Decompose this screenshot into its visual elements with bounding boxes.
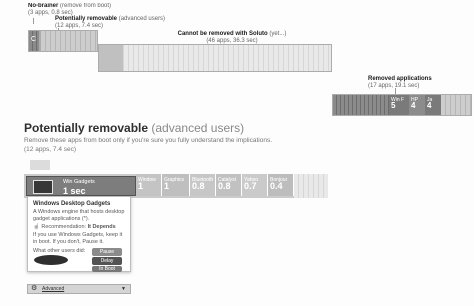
monitor-icon: [33, 180, 53, 194]
no-brainer-label: No-brainer (remove from boot) (3 apps, 0…: [28, 3, 112, 16]
popup-description: A Windows engine that hosts desktop gadg…: [33, 209, 125, 222]
pause-button[interactable]: Pause: [92, 248, 122, 256]
in-boot-button[interactable]: In Boot: [92, 266, 122, 272]
app-cell[interactable]: Graphics 1: [162, 174, 190, 196]
potentially-removable-block[interactable]: [40, 30, 98, 52]
app-cell-value: 1 sec: [63, 186, 86, 196]
removed-stripes-right: [441, 95, 471, 115]
apps-row: Win Gadgets 1 sec Window 1 Graphics 1 Blue…: [24, 174, 328, 198]
app-cell[interactable]: Bonjour 0.4: [268, 174, 294, 196]
no-brainer-block[interactable]: C: [28, 30, 40, 52]
removed-apps-label: Removed applications (17 apps, 19.1 sec): [368, 76, 432, 89]
popup-advice: If you use Windows Gadgets, keep it in b…: [33, 232, 123, 245]
delay-button[interactable]: Delay: [92, 257, 122, 265]
thumb-icon: ☝: [33, 224, 40, 230]
removed-cell[interactable]: Win F5: [389, 95, 409, 115]
potentially-removable-label: Potentially removable (advanced users) (…: [55, 16, 166, 29]
gear-icon: ⚙: [31, 285, 38, 292]
chevron-down-icon: ▼: [121, 286, 126, 292]
advanced-link[interactable]: Advanced: [42, 285, 64, 293]
section-title: Potentially removable (advanced users): [24, 121, 245, 135]
cannot-remove-block[interactable]: [98, 44, 332, 72]
no-brainer-tick: [33, 18, 34, 24]
app-cell[interactable]: Yahoo 0.7: [242, 174, 268, 196]
section-description: Remove these apps from boot only if you'…: [24, 137, 273, 153]
row-remaining-stripes: [294, 174, 328, 198]
popup-recommendation: ☝ Recommendation: It Depends: [33, 224, 116, 230]
removed-cell[interactable]: HP 4: [409, 95, 425, 115]
users-pie-chart: [34, 255, 68, 265]
removed-stripes-left: [333, 95, 389, 115]
popup-footer[interactable]: ⚙ Advanced ▼: [27, 284, 131, 294]
app-cell-name: Win Gadgets: [63, 179, 95, 185]
removed-cell[interactable]: Ja 4: [425, 95, 441, 115]
app-cell[interactable]: Catalyst 0.8: [216, 174, 242, 196]
app-details-popup: Windows Desktop Gadgets A Windows engine…: [27, 196, 131, 272]
popup-title: Windows Desktop Gadgets: [33, 201, 111, 207]
popup-users-label: What other users did:: [33, 248, 86, 254]
app-cell-win-gadgets[interactable]: Win Gadgets 1 sec: [26, 176, 136, 196]
app-cell[interactable]: Window 1: [136, 174, 162, 196]
removed-apps-block[interactable]: Win F5 HP 4 Ja 4: [332, 94, 472, 116]
cannot-remove-label: Cannot be removed with Soluto (yet...) (…: [177, 31, 287, 44]
timeline-marker: [30, 160, 50, 170]
app-cell[interactable]: Bluetooth 0.8: [190, 174, 216, 196]
no-brainer-cell-label: C: [31, 36, 37, 43]
cannot-remove-first-cell: [99, 45, 123, 71]
